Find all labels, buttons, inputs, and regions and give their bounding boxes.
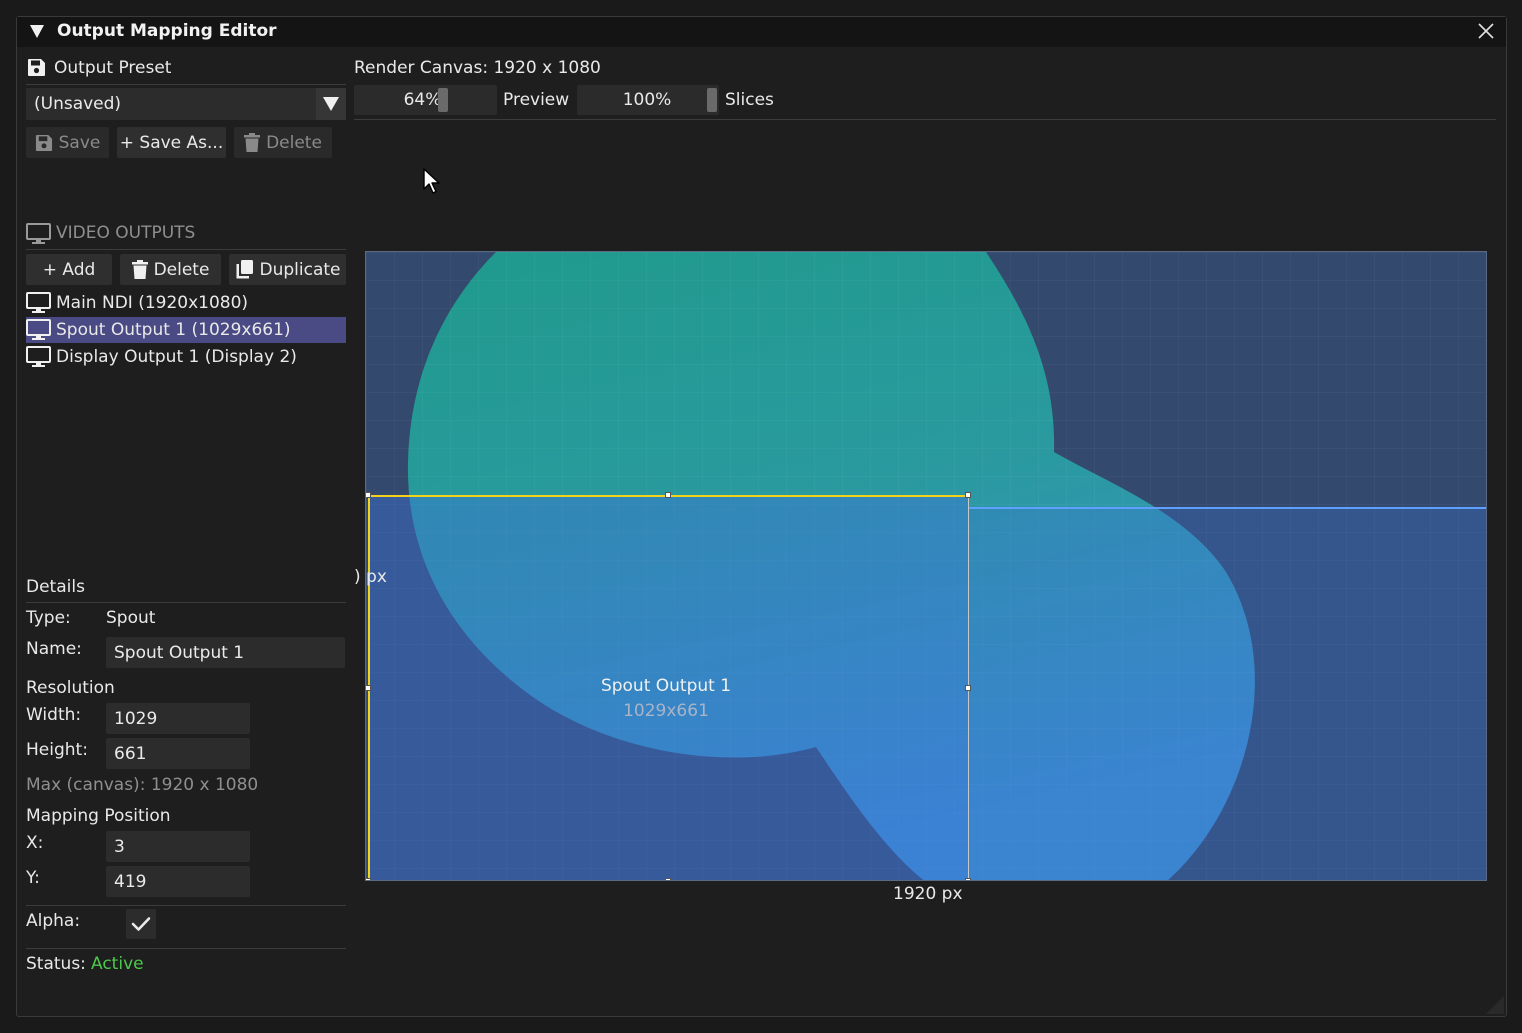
delete-preset-button-label: Delete bbox=[266, 132, 322, 153]
output-list-item-selected[interactable]: Spout Output 1 (1029x661) bbox=[26, 317, 346, 343]
width-label: Width: bbox=[26, 705, 82, 725]
resize-handle-top-left[interactable] bbox=[366, 492, 371, 498]
output-list-item[interactable]: Main NDI (1920x1080) bbox=[26, 290, 346, 316]
status-value: Active bbox=[91, 954, 144, 974]
preview-scale-value: 64% bbox=[403, 90, 442, 110]
render-canvas-label: Render Canvas: 1920 x 1080 bbox=[354, 58, 601, 78]
y-input-value: 419 bbox=[114, 871, 147, 892]
slice-overlay[interactable] bbox=[968, 508, 1486, 880]
resize-handle-bottom-left[interactable] bbox=[366, 878, 371, 880]
height-label: Height: bbox=[26, 740, 88, 760]
save-as-button-label: + Save As... bbox=[119, 132, 224, 153]
resize-handle-right[interactable] bbox=[965, 685, 971, 691]
height-input-value: 661 bbox=[114, 743, 147, 764]
name-label: Name: bbox=[26, 639, 82, 659]
divider bbox=[26, 84, 346, 85]
chevron-down-icon bbox=[323, 97, 339, 111]
divider bbox=[354, 119, 1496, 120]
divider bbox=[26, 249, 346, 250]
preview-scale-slider[interactable]: 64% bbox=[354, 85, 497, 115]
slices-opacity-value: 100% bbox=[622, 90, 672, 110]
status-label: Status: bbox=[26, 954, 86, 974]
checkmark-icon bbox=[131, 917, 151, 931]
output-list-item-label: Display Output 1 (Display 2) bbox=[56, 347, 297, 367]
resize-handle-top[interactable] bbox=[665, 492, 671, 498]
details-header: Details bbox=[26, 577, 85, 597]
resize-handle-top-right[interactable] bbox=[965, 492, 971, 498]
monitor-icon bbox=[26, 292, 51, 313]
output-list-item-label: Spout Output 1 (1029x661) bbox=[56, 320, 291, 340]
divider bbox=[26, 905, 346, 906]
save-disk-icon bbox=[28, 59, 45, 76]
selected-output-name: Spout Output 1 bbox=[600, 676, 732, 696]
window-resize-grip-icon[interactable] bbox=[1486, 996, 1504, 1014]
x-label: X: bbox=[26, 833, 44, 853]
close-icon[interactable] bbox=[1477, 22, 1495, 40]
resize-handle-bottom[interactable] bbox=[665, 878, 671, 880]
monitor-icon bbox=[26, 319, 51, 340]
monitor-icon bbox=[26, 346, 51, 367]
monitor-icon bbox=[26, 223, 51, 244]
width-input[interactable]: 1029 bbox=[106, 703, 250, 734]
canvas-width-marker: 1920 px bbox=[893, 884, 963, 904]
mapping-canvas[interactable]: Spout Output 1 1029x661 bbox=[365, 251, 1487, 881]
y-input[interactable]: 419 bbox=[106, 866, 250, 897]
output-mapping-editor-window: Output Mapping Editor Output Preset (Uns… bbox=[16, 16, 1507, 1017]
copy-icon bbox=[236, 259, 253, 278]
add-output-button-label: + Add bbox=[42, 259, 96, 280]
mapping-position-header: Mapping Position bbox=[26, 806, 171, 826]
trash-icon bbox=[244, 133, 261, 152]
divider bbox=[26, 602, 346, 603]
max-canvas-text: Max (canvas): 1920 x 1080 bbox=[26, 775, 259, 795]
window-title: Output Mapping Editor bbox=[57, 21, 277, 41]
height-input[interactable]: 661 bbox=[106, 738, 250, 769]
slices-label: Slices bbox=[725, 90, 774, 110]
save-disk-icon bbox=[35, 134, 52, 151]
save-as-button[interactable]: + Save As... bbox=[117, 127, 226, 158]
preview-slider-grab[interactable] bbox=[438, 88, 448, 112]
resize-handle-left[interactable] bbox=[366, 685, 371, 691]
collapse-triangle-icon[interactable] bbox=[30, 25, 44, 38]
resolution-header: Resolution bbox=[26, 678, 115, 698]
y-label: Y: bbox=[26, 868, 40, 888]
duplicate-output-button[interactable]: Duplicate bbox=[229, 254, 346, 285]
delete-output-button[interactable]: Delete bbox=[120, 254, 221, 285]
video-outputs-header: VIDEO OUTPUTS bbox=[56, 223, 196, 243]
duplicate-output-button-label: Duplicate bbox=[259, 259, 341, 280]
x-input[interactable]: 3 bbox=[106, 831, 250, 862]
save-button[interactable]: Save bbox=[26, 127, 109, 158]
divider bbox=[26, 948, 346, 949]
selected-output-resolution: 1029x661 bbox=[623, 701, 709, 721]
delete-preset-button[interactable]: Delete bbox=[234, 127, 332, 158]
x-input-value: 3 bbox=[114, 836, 125, 857]
preset-select-value: (Unsaved) bbox=[34, 94, 122, 114]
delete-output-button-label: Delete bbox=[153, 259, 210, 280]
resize-handle-bottom-right[interactable] bbox=[965, 878, 971, 880]
name-input[interactable]: Spout Output 1 bbox=[106, 637, 345, 668]
width-input-value: 1029 bbox=[114, 708, 158, 729]
type-value: Spout bbox=[106, 608, 156, 628]
preview-label: Preview bbox=[503, 90, 570, 110]
name-input-value: Spout Output 1 bbox=[114, 642, 245, 663]
preset-dropdown-button[interactable] bbox=[316, 88, 346, 120]
alpha-checkbox[interactable] bbox=[126, 909, 156, 939]
slices-opacity-slider[interactable]: 100% bbox=[577, 85, 719, 115]
output-list-item[interactable]: Display Output 1 (Display 2) bbox=[26, 344, 346, 370]
canvas-height-marker: ) px bbox=[354, 567, 387, 587]
slices-slider-grab[interactable] bbox=[707, 88, 717, 112]
alpha-label: Alpha: bbox=[26, 911, 81, 931]
trash-icon bbox=[131, 260, 148, 279]
output-list-item-label: Main NDI (1920x1080) bbox=[56, 293, 249, 313]
title-bar[interactable]: Output Mapping Editor bbox=[17, 17, 1506, 47]
save-button-label: Save bbox=[58, 132, 101, 153]
output-preset-label: Output Preset bbox=[54, 58, 172, 78]
mouse-cursor-icon bbox=[423, 168, 440, 194]
type-label: Type: bbox=[26, 608, 71, 628]
preset-select[interactable]: (Unsaved) bbox=[26, 88, 346, 120]
add-output-button[interactable]: + Add bbox=[26, 254, 112, 285]
